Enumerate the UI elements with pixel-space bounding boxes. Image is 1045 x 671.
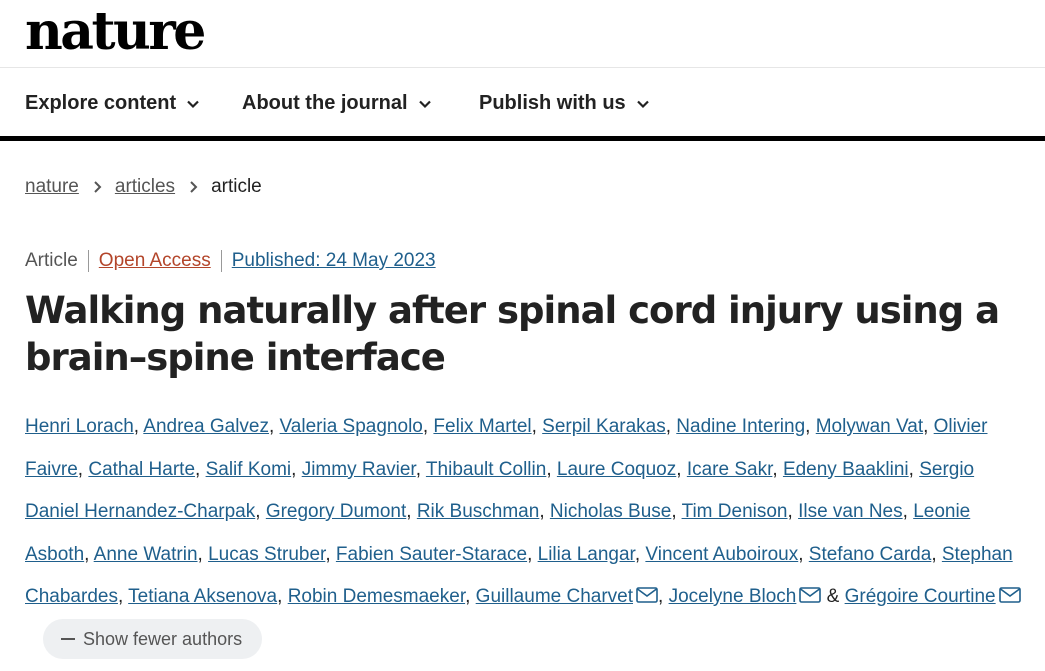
author-separator: ,	[798, 543, 809, 565]
author-separator: ,	[291, 458, 302, 480]
author-link[interactable]: Henri Lorach	[25, 416, 134, 437]
author-separator: ,	[277, 586, 288, 607]
breadcrumb-current: article	[211, 176, 262, 197]
nav-explore-content[interactable]: Explore content	[25, 92, 200, 115]
author-separator: ,	[772, 458, 783, 480]
author-separator: ,	[415, 458, 426, 480]
author-link[interactable]: Jocelyne Bloch	[669, 586, 797, 607]
nav-item-label: Publish with us	[479, 92, 626, 114]
author-separator: ,	[465, 586, 476, 607]
author-link[interactable]: Ilse van Nes	[798, 501, 903, 522]
author-link[interactable]: Rik Buschman	[417, 501, 540, 522]
breadcrumb: nature articles article	[25, 176, 262, 198]
author-link[interactable]: Gregory Dumont	[266, 501, 406, 522]
author-link[interactable]: Laure Coquoz	[557, 459, 676, 480]
author-separator: ,	[658, 586, 669, 607]
chevron-down-icon	[186, 97, 200, 111]
author-separator: ,	[676, 458, 687, 480]
author-separator: ,	[268, 416, 280, 437]
author-link[interactable]: Grégoire Courtine	[845, 586, 996, 607]
chevron-down-icon	[418, 97, 432, 111]
author-link[interactable]: Lucas Struber	[208, 544, 325, 565]
mail-icon[interactable]	[636, 577, 658, 603]
author-link[interactable]: Fabien Sauter-Starace	[336, 544, 527, 565]
author-separator: ,	[84, 543, 94, 565]
author-separator: ,	[195, 458, 206, 480]
author-link[interactable]: Cathal Harte	[88, 459, 195, 480]
author-separator: ,	[902, 501, 914, 522]
author-link[interactable]: Tim Denison	[682, 501, 788, 522]
author-separator: ,	[406, 501, 417, 522]
author-link[interactable]: Robin Demesmaeker	[288, 586, 465, 607]
author-link[interactable]: Andrea Galvez	[143, 416, 269, 437]
author-link[interactable]: Felix Martel	[433, 416, 531, 437]
mail-icon[interactable]	[799, 577, 822, 603]
show-fewer-authors-label: Show fewer authors	[83, 629, 243, 650]
show-fewer-authors-button[interactable]: Show fewer authors	[43, 619, 263, 660]
author-separator: ,	[931, 543, 942, 565]
author-link[interactable]: Guillaume Charvet	[476, 586, 633, 607]
author-separator: ,	[805, 416, 816, 437]
author-link[interactable]: Nadine Intering	[676, 416, 805, 437]
author-separator: ,	[634, 543, 646, 565]
author-separator: ,	[908, 458, 920, 480]
masthead: nature	[0, 0, 1045, 68]
author-link[interactable]: Molywan Vat	[816, 416, 923, 437]
article-type: Article	[25, 250, 89, 272]
author-separator: ,	[546, 458, 557, 480]
author-link[interactable]: Serpil Karakas	[542, 416, 666, 437]
author-link[interactable]: Nicholas Buse	[550, 501, 671, 522]
author-link[interactable]: Valeria Spagnolo	[280, 416, 423, 437]
author-separator: ,	[133, 416, 144, 437]
nav-about-journal[interactable]: About the journal	[242, 92, 432, 115]
main-nav: Explore content About the journal Publis…	[0, 68, 1045, 141]
nav-item-label: About the journal	[242, 92, 408, 114]
chevron-right-icon	[92, 180, 102, 194]
author-link[interactable]: Thibault Collin	[426, 459, 546, 480]
author-link[interactable]: Tetiana Aksenova	[128, 586, 277, 607]
author-link[interactable]: Anne Watrin	[94, 544, 198, 565]
breadcrumb-link-articles[interactable]: articles	[115, 176, 175, 198]
author-separator: ,	[539, 501, 550, 522]
author-link[interactable]: Edeny Baaklini	[783, 459, 909, 480]
chevron-down-icon	[636, 97, 650, 111]
author-link[interactable]: Vincent Auboiroux	[645, 544, 798, 565]
author-separator: ,	[527, 543, 538, 565]
author-separator: ,	[255, 501, 266, 522]
author-separator: ,	[923, 416, 934, 437]
open-access-link[interactable]: Open Access	[89, 250, 222, 272]
breadcrumb-link-nature[interactable]: nature	[25, 176, 79, 198]
author-separator: ,	[531, 416, 543, 437]
author-separator: ,	[197, 543, 209, 565]
author-link[interactable]: Icare Sakr	[687, 459, 773, 480]
author-separator: ,	[665, 416, 677, 437]
published-date-link[interactable]: Published: 24 May 2023	[222, 250, 436, 272]
author-separator: ,	[325, 543, 336, 565]
author-link[interactable]: Lilia Langar	[538, 544, 635, 565]
author-separator: ,	[117, 586, 129, 607]
mail-icon[interactable]	[998, 577, 1021, 603]
author-separator: ,	[671, 501, 682, 522]
author-separator: ,	[77, 458, 89, 480]
nav-item-label: Explore content	[25, 92, 177, 114]
author-link[interactable]: Salif Komi	[206, 459, 292, 480]
article-title: Walking naturally after spinal cord inju…	[25, 289, 1000, 379]
chevron-right-icon	[188, 180, 198, 194]
nature-logo[interactable]: nature	[25, 4, 206, 60]
author-list: Henri Lorach, Andrea Galvez, Valeria Spa…	[25, 406, 1030, 661]
author-link[interactable]: Jimmy Ravier	[302, 459, 416, 480]
author-separator-last: &	[821, 586, 845, 607]
author-separator: ,	[787, 501, 799, 522]
nav-publish-with-us[interactable]: Publish with us	[479, 92, 650, 115]
author-separator: ,	[422, 416, 434, 437]
article-meta: Article Open Access Published: 24 May 20…	[25, 250, 436, 272]
author-link[interactable]: Stefano Carda	[809, 544, 932, 565]
minus-icon	[61, 638, 75, 641]
